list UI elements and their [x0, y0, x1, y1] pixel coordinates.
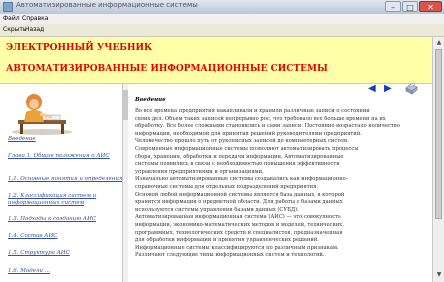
back-arrow-icon[interactable]: ◀: [368, 84, 376, 94]
content-line: справочные системы для отдельных подразд…: [135, 183, 318, 190]
nav-item-1-3[interactable]: 1.3. Подходы к созданию АИС: [8, 216, 96, 223]
nav-item-chapter1[interactable]: Глава 1. Общие положения о АИС: [8, 153, 118, 160]
content-line: Различают следующие типы информационных …: [135, 252, 325, 259]
content-heading: Введение: [135, 97, 166, 103]
content-line: используются системы управления базами д…: [135, 206, 299, 213]
menu-help[interactable]: Справка: [22, 14, 48, 24]
content-line: программных, технологических средств и с…: [135, 229, 343, 236]
content-line: своих дел. Объем таких записей непрерывн…: [135, 115, 386, 122]
nav-item-intro[interactable]: Введение: [8, 136, 36, 143]
scroll-up-icon[interactable]: ▲: [435, 39, 443, 47]
minimize-icon[interactable]: –: [385, 1, 401, 12]
content-line: Изначально автоматизированные системы со…: [135, 176, 348, 183]
scroll-down-icon[interactable]: ▼: [435, 271, 443, 279]
content-line: Человечество прошло путь от рукописных з…: [135, 138, 349, 145]
close-icon[interactable]: ✕: [419, 1, 442, 12]
window-title: Автоматизированные информационные систем…: [16, 1, 198, 9]
content-line: системы появились в связи с необходимост…: [135, 161, 340, 168]
content-line: Автоматизированная информационная систем…: [135, 214, 341, 221]
main-scrollbar[interactable]: ▲ ▼: [432, 37, 444, 282]
content-line: хранится информация о предметной области…: [135, 199, 343, 206]
nav-item-1-4[interactable]: 1.4. Состав АИС: [8, 233, 57, 240]
content-line: Основой любой информационной системы явл…: [135, 191, 345, 198]
back-button[interactable]: Назад: [25, 26, 44, 34]
content-line: Информационные системы классифицируются …: [135, 244, 339, 251]
content-pane: Введение Во все времена предприятия нака…: [128, 84, 432, 282]
toolbar: Скрыть Назад: [0, 24, 444, 37]
content-line: информации, экономико-математических мет…: [135, 221, 344, 228]
scrollbar-thumb[interactable]: [435, 49, 442, 219]
nav-item-1-6[interactable]: 1.6. Модели ...: [8, 268, 50, 275]
content-line: для обработки информации и принятия упра…: [135, 237, 319, 244]
menu-file[interactable]: Файл: [3, 14, 20, 24]
title-bar: Автоматизированные информационные систем…: [0, 0, 444, 14]
page-header: ЭЛЕКТРОННЫЙ УЧЕБНИК АВТОМАТИЗИРОВАННЫЕ И…: [0, 37, 432, 84]
print-icon[interactable]: [403, 82, 419, 96]
header-subtitle: АВТОМАТИЗИРОВАННЫЕ ИНФОРМАЦИОННЫЕ СИСТЕМ…: [6, 64, 328, 74]
menu-bar: Файл Справка: [0, 14, 444, 24]
student-illustration: [12, 94, 72, 135]
content-line: обработку. Все более сложными становилис…: [135, 123, 400, 130]
nav-item-1-2[interactable]: 1.2. Классификация систем и информационн…: [8, 193, 118, 207]
app-icon: [3, 2, 13, 12]
content-line: управления предприятиями и организациями…: [135, 168, 264, 175]
content-line: Современные информационные системы позво…: [135, 145, 359, 152]
content-text: Во все времена предприятия накапливали и…: [135, 108, 425, 260]
content-line: сбора, хранения, обработки и передачи ин…: [135, 153, 344, 160]
forward-arrow-icon[interactable]: ▶: [384, 84, 392, 94]
navigation-pane: Введение Глава 1. Общие положения о АИС …: [0, 84, 123, 282]
content-line: Во все времена предприятия накапливали и…: [135, 108, 370, 114]
nav-item-1-5[interactable]: 1.5. Структура АИС: [8, 250, 70, 257]
hide-button[interactable]: Скрыть: [3, 26, 26, 34]
header-title: ЭЛЕКТРОННЫЙ УЧЕБНИК: [6, 43, 153, 53]
nav-item-1-1[interactable]: 1.1. Основные понятия и определения: [8, 176, 123, 183]
maximize-icon[interactable]: □: [402, 1, 418, 12]
content-line: информации, необходимой для принятия реш…: [135, 130, 362, 137]
